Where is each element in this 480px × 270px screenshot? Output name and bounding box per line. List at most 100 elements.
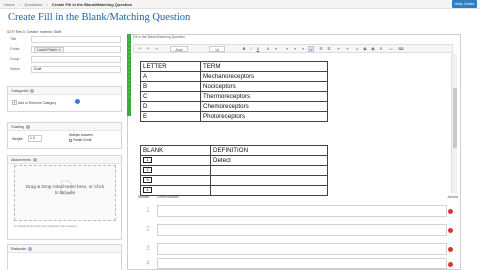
- answer-input[interactable]: [157, 258, 447, 269]
- table-header-cell[interactable]: BLANK: [140, 145, 211, 156]
- table-cell[interactable]: [210, 175, 328, 186]
- title-input[interactable]: [31, 36, 121, 43]
- bold-button[interactable]: B: [241, 46, 247, 52]
- folder-label: Folder: [10, 47, 20, 51]
- table-row: LETTER TERM: [140, 61, 328, 72]
- align-left-icon[interactable]: ≡: [284, 46, 290, 52]
- table-cell[interactable]: Mechanoreceptors: [200, 71, 328, 82]
- align-right-icon[interactable]: ≡: [300, 46, 306, 52]
- breadcrumb-separator: ›: [18, 2, 21, 7]
- group-input[interactable]: [31, 56, 121, 63]
- help-guide-button[interactable]: Help Guide: [452, 0, 477, 8]
- italic-button[interactable]: I: [248, 46, 254, 52]
- table-row: E Photoreceptors: [140, 111, 328, 122]
- delete-icon[interactable]: [448, 209, 453, 214]
- image-icon[interactable]: ▣: [362, 46, 368, 52]
- weight-input[interactable]: 1.0: [28, 135, 42, 142]
- table-cell[interactable]: B: [140, 81, 201, 92]
- status-select[interactable]: Draft: [31, 66, 121, 73]
- info-icon[interactable]: [30, 89, 35, 94]
- text-color-icon[interactable]: A: [265, 46, 271, 52]
- table-cell[interactable]: A: [140, 71, 201, 82]
- table-icon[interactable]: ▦: [370, 46, 376, 52]
- grading-title: Grading: [11, 125, 24, 129]
- blank-marker[interactable]: 4: [143, 187, 152, 194]
- answer-input[interactable]: [157, 205, 447, 217]
- delete-icon[interactable]: [448, 228, 453, 233]
- info-icon[interactable]: [28, 247, 33, 252]
- symbol-icon[interactable]: Ω: [378, 46, 384, 52]
- breadcrumb-current: Create Fill in the Blank/Matching Questi…: [51, 2, 133, 7]
- breadcrumb-home[interactable]: Home: [4, 2, 15, 7]
- align-center-icon[interactable]: ≡: [292, 46, 298, 52]
- feedback-tab[interactable]: • • • • • • • • • • • • • • • •: [127, 34, 131, 116]
- folder-select[interactable]: Lowell Folder ✕: [31, 46, 121, 53]
- delete-icon[interactable]: [448, 247, 453, 252]
- answers-correct-header: Correct Answer: [157, 195, 179, 199]
- answer-row: 1: [137, 202, 462, 220]
- answers-actions-header: Actions: [447, 195, 458, 199]
- categories-title: Categories: [11, 89, 29, 93]
- blank-marker[interactable]: 3: [143, 177, 152, 184]
- undo-icon[interactable]: ↶: [137, 46, 143, 52]
- numbered-list-icon[interactable]: ☰: [326, 46, 332, 52]
- breadcrumb-questions[interactable]: Questions: [24, 2, 42, 7]
- editor-toolbar: ↶ ↷ ✂ Arial 14 B I U A ▾ ≡ ≡ ≡ ≡ ☰ ☰ ⇤ ⇥…: [133, 44, 453, 53]
- outdent-icon[interactable]: ⇤: [336, 46, 342, 52]
- table-cell[interactable]: 3: [140, 175, 211, 186]
- info-icon[interactable]: [32, 158, 37, 163]
- table-cell[interactable]: Detect: [210, 155, 328, 166]
- delete-icon[interactable]: [448, 262, 453, 267]
- table-cell[interactable]: [210, 165, 328, 176]
- rationale-panel: Rationale: [7, 244, 122, 270]
- blank-insert-icon[interactable]: ▭: [388, 46, 394, 52]
- attachments-panel: Attachments Drag & Drop Attachment here,…: [7, 155, 122, 240]
- table-cell[interactable]: 1: [140, 155, 211, 166]
- answer-number: 3: [146, 245, 150, 252]
- answer-input[interactable]: [157, 243, 447, 255]
- table-cell[interactable]: Nociceptors: [200, 81, 328, 92]
- matching-table[interactable]: LETTER TERM A Mechanoreceptors B Nocicep…: [140, 61, 328, 122]
- table-header-cell[interactable]: DEFINITION: [210, 145, 328, 156]
- bullet-list-icon[interactable]: ☰: [318, 46, 324, 52]
- answer-input[interactable]: [157, 224, 447, 236]
- cut-icon[interactable]: ✂: [154, 46, 160, 52]
- dropzone-text: Drag & Drop Attachment here, or Click to…: [25, 184, 105, 195]
- font-select[interactable]: Arial: [170, 46, 188, 52]
- editor-title: Fill in the Blank/Matching Question: [133, 35, 186, 39]
- link-icon[interactable]: ∞: [354, 46, 360, 52]
- attachments-note: No attachments have been applied to this…: [14, 224, 78, 228]
- table-row: 1 Detect: [140, 155, 328, 166]
- page-title: Create Fill in the Blank/Matching Questi…: [8, 12, 191, 23]
- underline-button[interactable]: U: [255, 46, 261, 52]
- help-icon[interactable]: [75, 99, 80, 104]
- font-size-select[interactable]: 14: [209, 46, 225, 52]
- editor-scrollbar[interactable]: [451, 54, 457, 193]
- remove-folder-icon[interactable]: ✕: [58, 48, 61, 52]
- table-cell[interactable]: D: [140, 101, 201, 112]
- justify-icon[interactable]: ≡: [308, 46, 314, 52]
- indent-icon[interactable]: ⇥: [344, 46, 350, 52]
- table-header-cell[interactable]: LETTER: [140, 61, 201, 72]
- info-icon[interactable]: [25, 125, 30, 130]
- table-cell[interactable]: Photoreceptors: [200, 111, 328, 122]
- scrollbar-thumb[interactable]: [453, 88, 457, 148]
- blank-marker[interactable]: 2: [143, 167, 152, 174]
- partial-credit-checkbox[interactable]: Partial Credit: [69, 138, 91, 142]
- blank-definition-table[interactable]: BLANK DEFINITION 1 Detect 2 3 4: [140, 145, 328, 196]
- add-category-button[interactable]: + Add or Remove Category: [12, 100, 56, 105]
- redo-icon[interactable]: ↷: [145, 46, 151, 52]
- source-code-icon[interactable]: ⌨: [398, 46, 404, 52]
- table-cell[interactable]: Thermoreceptors: [200, 91, 328, 102]
- breadcrumb-separator: ›: [46, 2, 48, 7]
- table-cell[interactable]: 2: [140, 165, 211, 176]
- table-header-cell[interactable]: TERM: [200, 61, 328, 72]
- attachment-dropzone[interactable]: Drag & Drop Attachment here, or Click to…: [14, 165, 116, 221]
- highlight-icon[interactable]: ▾: [273, 46, 279, 52]
- blank-marker[interactable]: 1: [143, 157, 152, 164]
- table-cell[interactable]: E: [140, 111, 201, 122]
- checkbox-icon[interactable]: [69, 138, 72, 142]
- table-cell[interactable]: Chemoreceptors: [200, 101, 328, 112]
- table-row: B Nociceptors: [140, 81, 328, 92]
- table-cell[interactable]: C: [140, 91, 201, 102]
